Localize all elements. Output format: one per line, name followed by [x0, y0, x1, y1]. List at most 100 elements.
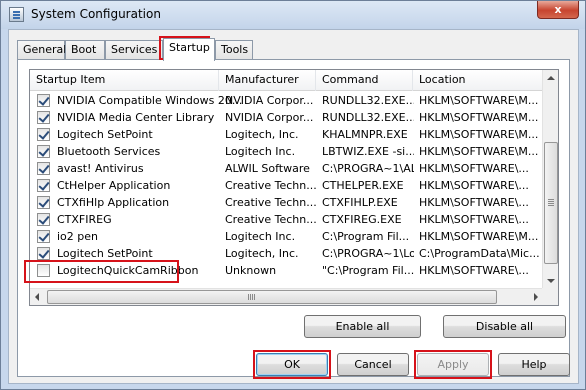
- startup-item-command: LBTWIZ.EXE -si...: [322, 145, 414, 158]
- list-item[interactable]: CtHelper Application Creative Techn... CTH…: [30, 177, 543, 194]
- startup-item-name: avast! Antivirus: [57, 162, 144, 175]
- close-button[interactable]: x: [537, 1, 579, 19]
- startup-item-manufacturer: Creative Techn...: [225, 213, 317, 226]
- startup-item-name: CtHelper Application: [57, 179, 171, 192]
- column-header-command[interactable]: Command: [316, 70, 413, 91]
- startup-item-checkbox[interactable]: [37, 213, 50, 226]
- list-item[interactable]: io2 pen Logitech Inc. C:\Program Fil... HKL…: [30, 228, 543, 245]
- startup-item-checkbox[interactable]: [37, 179, 50, 192]
- startup-item-checkbox[interactable]: [37, 128, 50, 141]
- startup-item-checkbox[interactable]: [37, 247, 50, 260]
- ok-button[interactable]: OK: [256, 353, 328, 376]
- startup-item-manufacturer: Unknown: [225, 264, 277, 277]
- list-item[interactable]: Logitech SetPoint Logitech, Inc. C:\PROGRA…: [30, 245, 543, 262]
- startup-item-checkbox[interactable]: [37, 162, 50, 175]
- startup-item-name: Logitech SetPoint: [57, 247, 153, 260]
- vertical-scrollbar[interactable]: [542, 70, 558, 289]
- list-item[interactable]: LogitechQuickCamRibbon Unknown "C:\Program…: [30, 262, 543, 279]
- startup-item-location: HKLM\SOFTWARE\...: [419, 162, 529, 175]
- startup-item-checkbox[interactable]: [37, 111, 50, 124]
- tab-startup[interactable]: Startup: [163, 38, 215, 61]
- arrow-down-icon: [547, 279, 555, 283]
- startup-item-location: HKLM\SOFTWARE\M...: [419, 145, 539, 158]
- list-item[interactable]: avast! Antivirus ALWIL Software C:\PROGRA~…: [30, 160, 543, 177]
- startup-items-list[interactable]: Startup Item Manufacturer Command Locati…: [29, 69, 559, 306]
- title-bar[interactable]: System Configuration x: [1, 1, 585, 29]
- system-configuration-window: System Configuration x General Boot Serv…: [0, 0, 586, 390]
- startup-item-name: NVIDIA Compatible Windows 20...: [57, 94, 243, 107]
- startup-item-name: CTXfiHlp Application: [57, 196, 170, 209]
- horizontal-scrollbar[interactable]: [30, 288, 543, 305]
- startup-item-location: HKLM\SOFTWARE\M...: [419, 128, 539, 141]
- list-item[interactable]: Bluetooth Services Logitech Inc. LBTWIZ.EX…: [30, 143, 543, 160]
- help-button[interactable]: Help: [498, 353, 570, 376]
- scroll-up-button[interactable]: [543, 70, 558, 86]
- disable-all-label: Disable all: [475, 320, 534, 333]
- scroll-right-button[interactable]: [527, 289, 543, 305]
- startup-item-name: Logitech SetPoint: [57, 128, 153, 141]
- startup-item-manufacturer: NVIDIA Corpor...: [225, 111, 314, 124]
- horizontal-scroll-thumb[interactable]: [47, 290, 497, 304]
- column-header-startup-item[interactable]: Startup Item: [30, 70, 219, 91]
- startup-item-manufacturer: Logitech Inc.: [225, 230, 296, 243]
- tab-tools[interactable]: Tools: [215, 40, 253, 60]
- list-item[interactable]: CTXFIREG Creative Techn... CTXFIREG.EXE HKL…: [30, 211, 543, 228]
- list-item[interactable]: CTXfiHlp Application Creative Techn... CTX…: [30, 194, 543, 211]
- cancel-button[interactable]: Cancel: [337, 353, 409, 376]
- tab-boot[interactable]: Boot: [65, 40, 105, 60]
- dialog-client-area: General Boot Services Startup Tools Star…: [8, 29, 579, 384]
- startup-item-manufacturer: Logitech, Inc.: [225, 128, 299, 141]
- startup-item-manufacturer: Creative Techn...: [225, 196, 317, 209]
- scroll-left-button[interactable]: [30, 289, 46, 305]
- tab-services[interactable]: Services: [105, 40, 163, 60]
- startup-item-command: "C:\Program Fil...: [322, 264, 414, 277]
- startup-item-command: CTXFIHLP.EXE: [322, 196, 398, 209]
- scroll-down-button[interactable]: [543, 273, 558, 289]
- startup-item-name: CTXFIREG: [57, 213, 112, 226]
- startup-item-location: HKLM\SOFTWARE\...: [419, 213, 529, 226]
- enable-all-button[interactable]: Enable all: [304, 315, 421, 338]
- grip-icon: [248, 294, 249, 300]
- startup-item-command: RUNDLL32.EXE...: [322, 94, 414, 107]
- msconfig-icon: [9, 7, 24, 22]
- startup-item-location: HKLM\SOFTWARE\...: [419, 179, 529, 192]
- arrow-left-icon: [35, 293, 39, 301]
- startup-item-location: HKLM\SOFTWARE\...: [419, 264, 529, 277]
- startup-tab-panel: Startup Item Manufacturer Command Locati…: [17, 59, 570, 377]
- startup-item-checkbox[interactable]: [37, 264, 50, 277]
- startup-item-location: C:\ProgramData\Mic...: [419, 247, 540, 260]
- startup-item-manufacturer: Logitech Inc.: [225, 145, 296, 158]
- startup-item-checkbox[interactable]: [37, 145, 50, 158]
- startup-item-checkbox[interactable]: [37, 94, 50, 107]
- column-header-location[interactable]: Location: [413, 70, 543, 91]
- startup-item-command: KHALMNPR.EXE: [322, 128, 408, 141]
- startup-item-command: C:\Program Fil...: [322, 230, 410, 243]
- enable-all-label: Enable all: [335, 320, 390, 333]
- cancel-label: Cancel: [354, 358, 392, 371]
- startup-item-location: HKLM\SOFTWARE\M...: [419, 111, 539, 124]
- list-header: Startup Item Manufacturer Command Locati…: [30, 70, 543, 91]
- apply-label: Apply: [437, 358, 469, 371]
- arrow-right-icon: [534, 293, 538, 301]
- startup-item-command: C:\PROGRA~1\AL...: [322, 162, 414, 175]
- startup-item-checkbox[interactable]: [37, 196, 50, 209]
- list-item[interactable]: NVIDIA Media Center Library NVIDIA Corpor…: [30, 109, 543, 126]
- help-label: Help: [521, 358, 547, 371]
- startup-item-command: RUNDLL32.EXE...: [322, 111, 414, 124]
- startup-item-name: io2 pen: [57, 230, 99, 243]
- list-item[interactable]: Logitech SetPoint Logitech, Inc. KHALMNPR.…: [30, 126, 543, 143]
- disable-all-button[interactable]: Disable all: [443, 315, 566, 338]
- startup-item-manufacturer: NVIDIA Corpor...: [225, 94, 314, 107]
- startup-item-manufacturer: Logitech, Inc.: [225, 247, 299, 260]
- column-header-manufacturer[interactable]: Manufacturer: [219, 70, 316, 91]
- scrollbar-corner: [542, 288, 558, 305]
- list-item[interactable]: NVIDIA Compatible Windows 20... NVIDIA Co…: [30, 92, 543, 109]
- startup-item-checkbox[interactable]: [37, 230, 50, 243]
- vertical-scroll-thumb[interactable]: [544, 142, 558, 264]
- startup-item-manufacturer: Creative Techn...: [225, 179, 317, 192]
- tab-general[interactable]: General: [17, 40, 66, 60]
- apply-button[interactable]: Apply: [417, 353, 489, 376]
- startup-item-command: CTHELPER.EXE: [322, 179, 404, 192]
- startup-item-manufacturer: ALWIL Software: [225, 162, 310, 175]
- startup-item-name: LogitechQuickCamRibbon: [57, 264, 199, 277]
